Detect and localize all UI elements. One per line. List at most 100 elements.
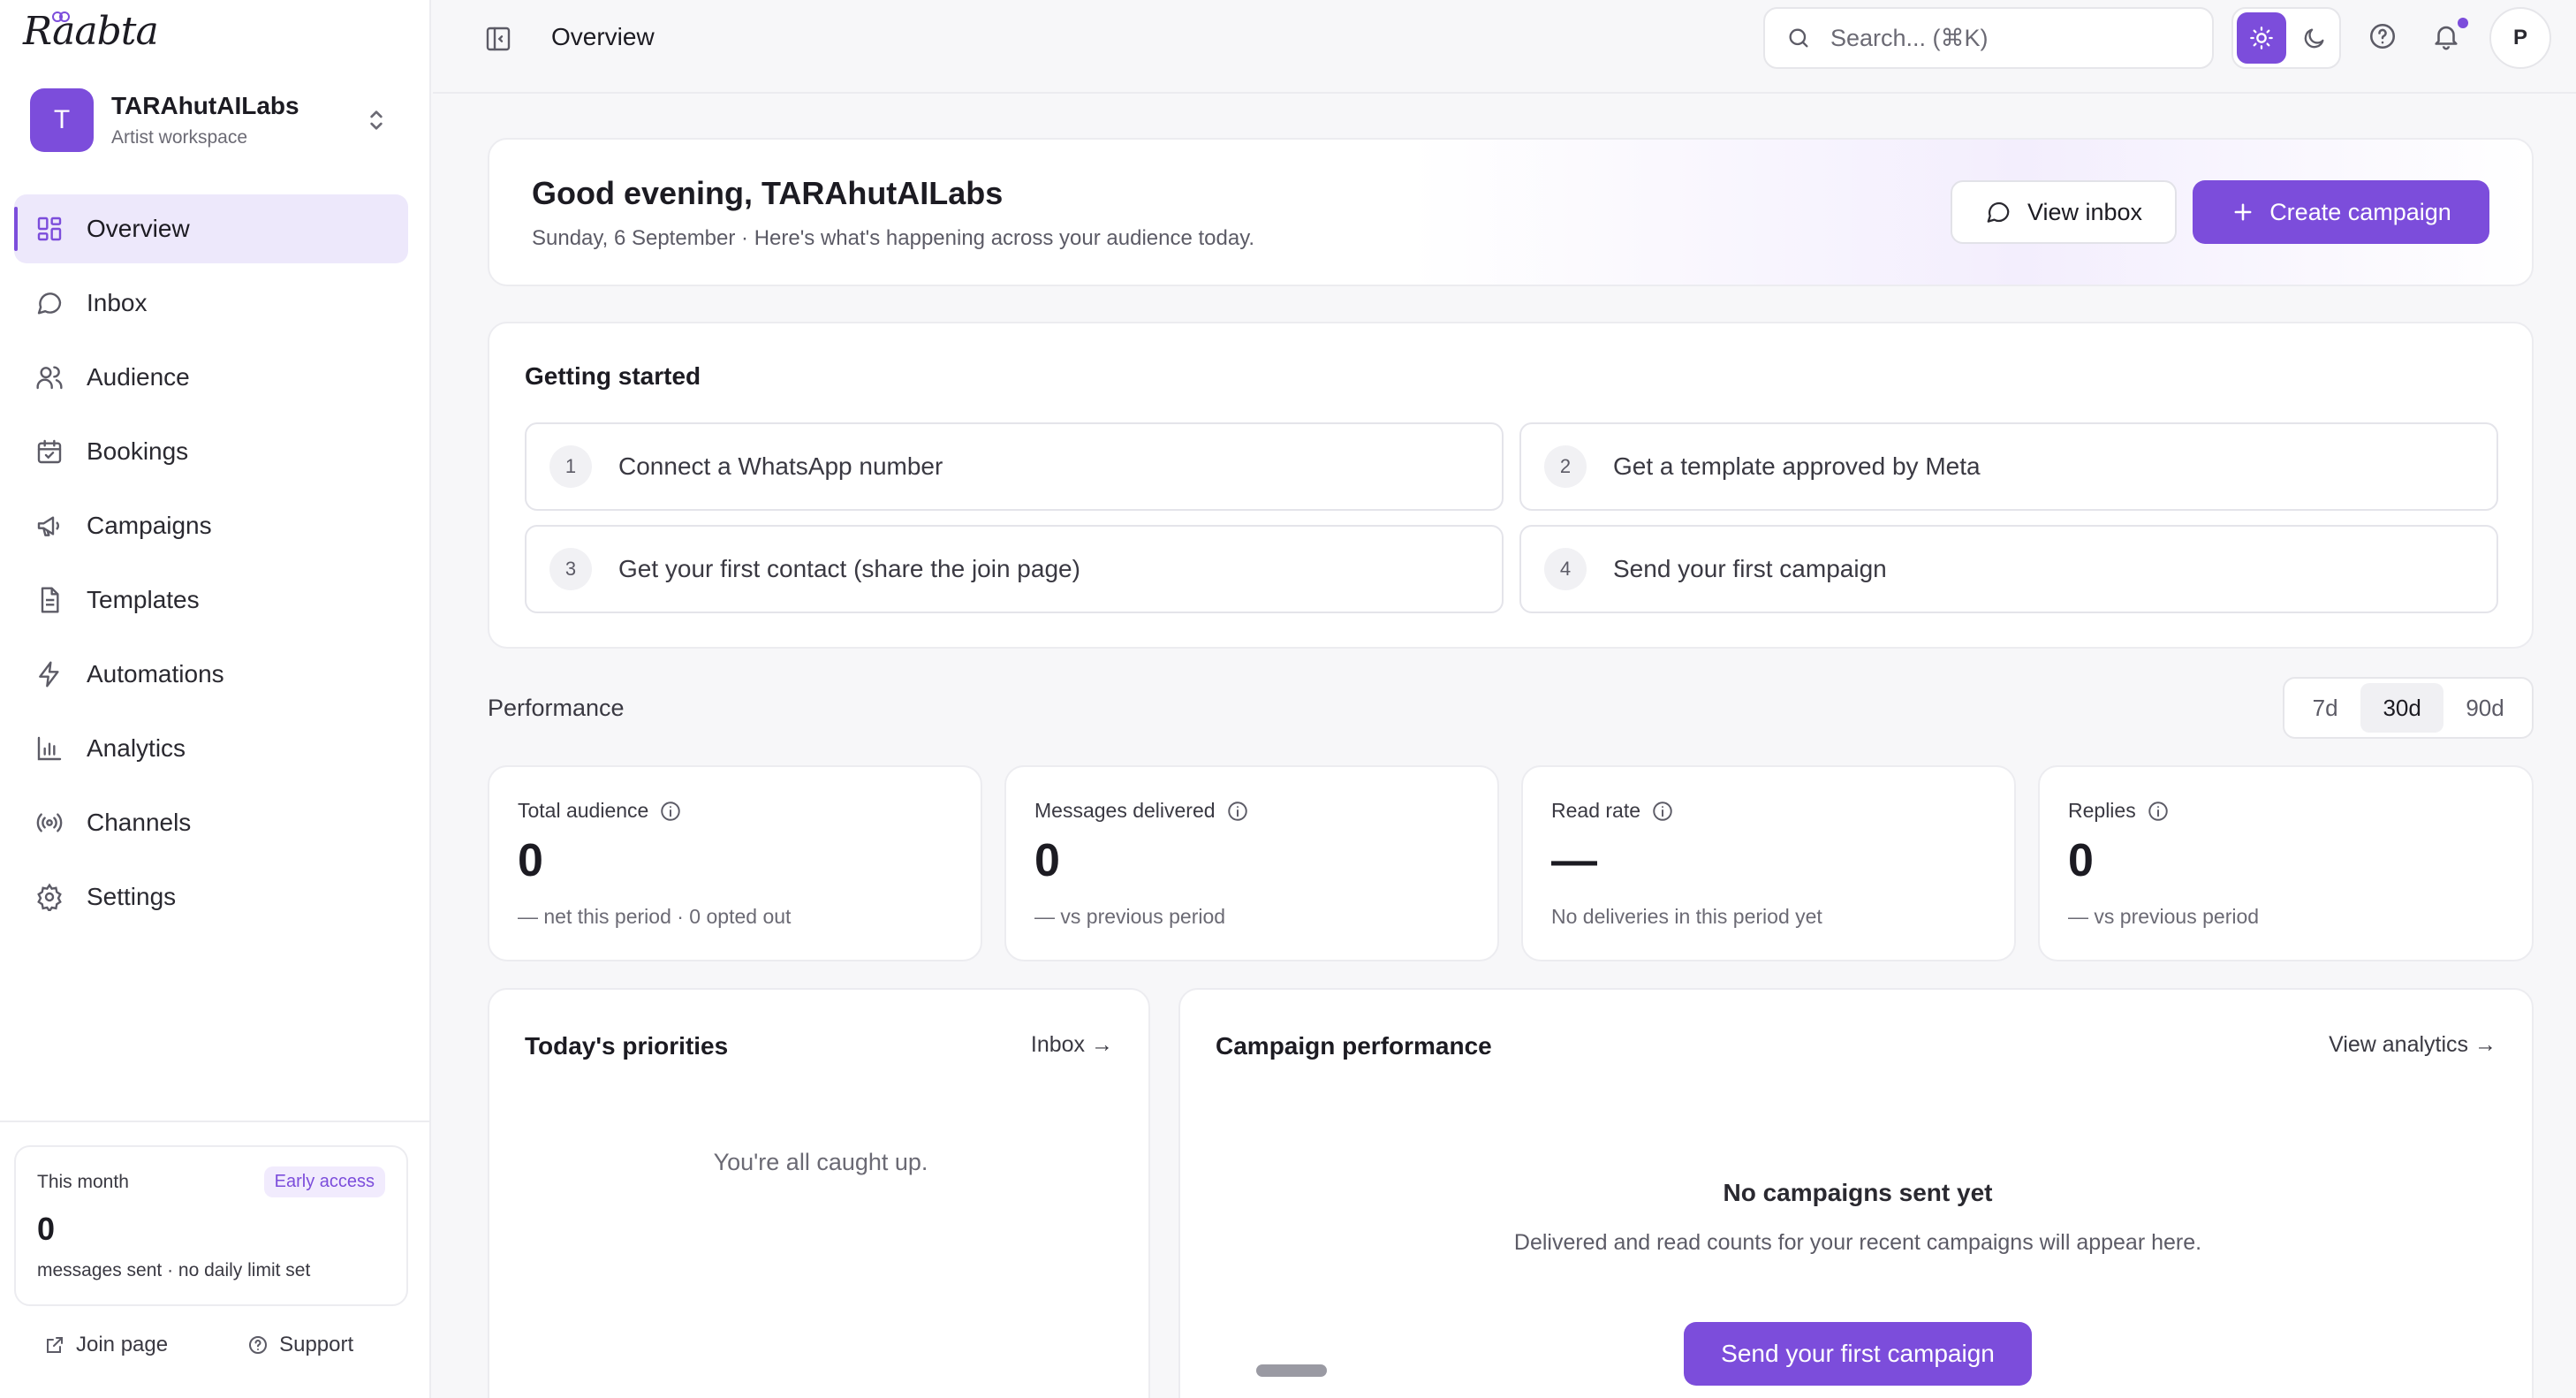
support-label: Support (279, 1333, 354, 1356)
sidebar-divider (0, 1121, 431, 1122)
range-selector: 7d 30d 90d (2283, 677, 2534, 739)
stat-label: Read rate (1551, 799, 1641, 822)
sidebar-item-label: Templates (87, 586, 200, 613)
sidebar-item-automations[interactable]: Automations (14, 640, 408, 709)
info-icon[interactable] (1226, 800, 1249, 823)
getting-started-title: Getting started (525, 362, 701, 390)
step-connect-whatsapp[interactable]: 1 Connect a WhatsApp number (525, 422, 1504, 511)
sidebar-item-label: Inbox (87, 289, 148, 316)
brand-logo[interactable]: Raabta (23, 9, 159, 54)
usage-card: This month Early access 0 messages sent … (14, 1145, 408, 1306)
sidebar-item-analytics[interactable]: Analytics (14, 714, 408, 783)
stat-label-row: Read rate (1551, 799, 1674, 823)
step-label: Get a template approved by Meta (1613, 452, 1981, 480)
search-icon (1789, 28, 1808, 48)
sidebar-item-label: Automations (87, 660, 224, 688)
sidebar-item-templates[interactable]: Templates (14, 566, 408, 634)
campaigns-empty-subtitle: Delivered and read counts for your recen… (1513, 1230, 2202, 1255)
search-input[interactable] (1830, 24, 2184, 52)
sidebar-item-channels[interactable]: Channels (14, 788, 408, 857)
sidebar: Raabta T TARAhutAILabs Artist workspace … (0, 0, 431, 1398)
sidebar-item-campaigns[interactable]: Campaigns (14, 491, 408, 560)
range-30d[interactable]: 30d (2360, 683, 2444, 733)
support-link[interactable]: Support (247, 1333, 353, 1357)
bell-icon[interactable] (2431, 21, 2461, 51)
stat-label-row: Replies (2068, 799, 2170, 823)
workspace-avatar: T (30, 88, 94, 152)
top-bar: Overview P (433, 0, 2576, 94)
megaphone-icon (37, 516, 59, 536)
help-circle-icon (249, 1336, 268, 1354)
user-avatar[interactable]: P (2489, 7, 2551, 69)
help-icon[interactable] (2368, 21, 2398, 51)
light-mode-button[interactable] (2237, 12, 2286, 64)
stat-label-row: Messages delivered (1034, 799, 1249, 823)
info-icon[interactable] (1651, 800, 1674, 823)
external-link-icon (47, 1337, 63, 1353)
step-label: Get your first contact (share the join p… (618, 555, 1080, 582)
workspace-switcher[interactable]: T TARAhutAILabs Artist workspace (30, 85, 401, 156)
stat-value: 0 (2068, 835, 2094, 886)
lightning-icon (39, 661, 59, 688)
usage-value: 0 (37, 1211, 56, 1247)
step-first-campaign[interactable]: 4 Send your first campaign (1519, 525, 2498, 613)
usage-sub: messages sent · no daily limit set (37, 1260, 311, 1280)
stat-label: Messages delivered (1034, 799, 1216, 822)
inbox-link[interactable]: Inbox → (1031, 1032, 1113, 1058)
stat-label-row: Total audience (518, 799, 682, 823)
workspace-name: TARAhutAILabs (111, 92, 299, 119)
campaign-performance-title: Campaign performance (1216, 1032, 1492, 1060)
sidebar-item-settings[interactable]: Settings (14, 862, 408, 931)
range-90d[interactable]: 90d (2443, 683, 2527, 733)
plus-icon (2234, 203, 2252, 221)
step-number: 2 (1544, 445, 1587, 488)
theme-toggle (2231, 7, 2341, 69)
document-icon (41, 587, 59, 613)
info-icon[interactable] (659, 800, 682, 823)
join-page-label: Join page (76, 1333, 169, 1356)
step-label: Connect a WhatsApp number (618, 452, 943, 480)
moon-icon (2304, 28, 2324, 49)
create-campaign-label: Create campaign (2269, 198, 2451, 225)
campaigns-empty-title: No campaigns sent yet (1723, 1179, 1993, 1206)
stat-label: Total audience (518, 799, 649, 822)
stat-sub: — net this period · 0 opted out (518, 905, 792, 928)
search-box[interactable] (1763, 7, 2214, 69)
sidebar-item-label: Campaigns (87, 512, 212, 539)
stat-total-audience: Total audience 0 — net this period · 0 o… (488, 765, 982, 961)
priorities-title: Today's priorities (525, 1032, 729, 1060)
chat-icon (1987, 201, 2010, 223)
range-7d[interactable]: 7d (2290, 683, 2360, 733)
step-number: 3 (549, 548, 592, 590)
join-page-link[interactable]: Join page (44, 1333, 168, 1357)
view-inbox-button[interactable]: View inbox (1951, 180, 2177, 244)
bar-chart-icon (37, 736, 62, 761)
sidebar-item-audience[interactable]: Audience (14, 343, 408, 412)
scroll-handle[interactable] (1256, 1364, 1327, 1377)
sidebar-item-label: Settings (87, 883, 177, 910)
greeting-subtitle: Sunday, 6 September · Here's what's happ… (532, 226, 1255, 250)
send-first-campaign-button[interactable]: Send your first campaign (1684, 1322, 2032, 1386)
info-icon[interactable] (2147, 800, 2170, 823)
sidebar-item-label: Audience (87, 363, 190, 391)
step-template-approval[interactable]: 2 Get a template approved by Meta (1519, 422, 2498, 511)
sidebar-toggle-icon[interactable] (484, 25, 512, 53)
performance-label: Performance (488, 695, 625, 721)
users-icon (36, 366, 63, 390)
view-analytics-link[interactable]: View analytics → (2329, 1032, 2496, 1058)
dark-mode-button[interactable] (2290, 12, 2339, 64)
calendar-icon (37, 439, 62, 464)
step-number: 4 (1544, 548, 1587, 590)
sidebar-item-label: Analytics (87, 734, 186, 762)
sidebar-item-bookings[interactable]: Bookings (14, 417, 408, 486)
priorities-empty: You're all caught up. (713, 1149, 928, 1175)
step-first-contact[interactable]: 3 Get your first contact (share the join… (525, 525, 1504, 613)
sidebar-item-overview[interactable]: Overview (14, 194, 408, 263)
create-campaign-button[interactable]: Create campaign (2193, 180, 2489, 244)
priorities-card: Today's priorities Inbox → You're all ca… (488, 988, 1150, 1398)
sidebar-item-inbox[interactable]: Inbox (14, 269, 408, 338)
greeting-card: Good evening, TARAhutAILabs Sunday, 6 Se… (488, 138, 2534, 286)
gear-icon (37, 883, 62, 911)
sidebar-item-label: Overview (87, 215, 190, 242)
step-number: 1 (549, 445, 592, 488)
